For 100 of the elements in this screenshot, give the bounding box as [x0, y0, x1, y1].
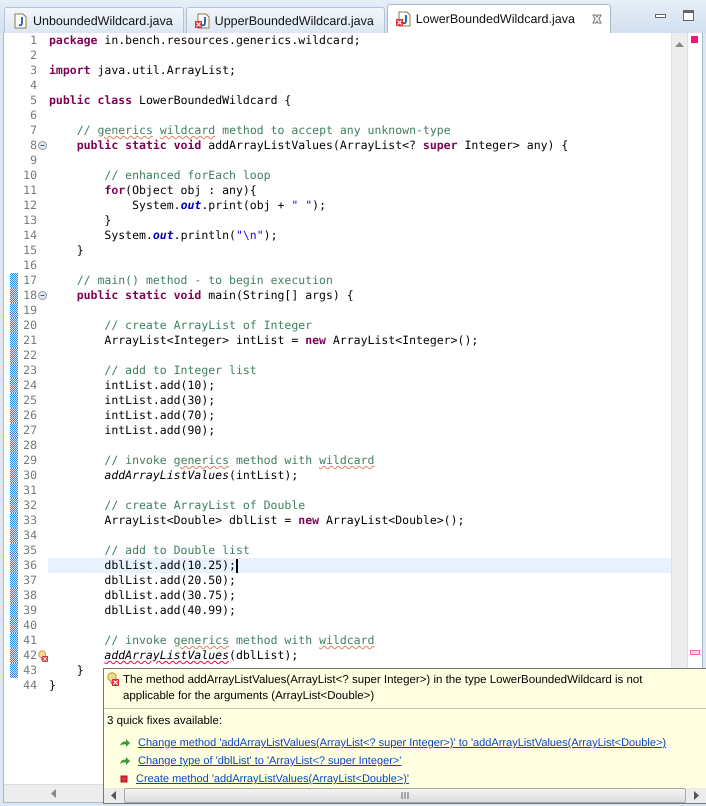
quick-fix-link[interactable]: Change type of 'dblList' to 'ArrayList<? super Integer>' — [138, 755, 402, 767]
quick-fixes-heading: 3 quick fixes available: — [107, 715, 224, 727]
line-number: 23 — [22, 363, 37, 378]
code-line: // create ArrayList of Double — [103, 498, 306, 513]
curved-arrow-icon — [119, 756, 131, 766]
grip-icon — [401, 792, 409, 799]
scroll-right-arrow-icon[interactable] — [694, 791, 700, 800]
line-number: 32 — [22, 498, 37, 513]
curved-arrow-icon — [119, 738, 131, 748]
line-number: 42 — [22, 648, 37, 663]
line-number: 7 — [29, 123, 37, 138]
line-number: 29 — [22, 453, 37, 468]
scroll-left-arrow-icon[interactable] — [110, 791, 116, 800]
line-number: 20 — [22, 318, 37, 333]
code-line: // add to Double list — [103, 543, 250, 558]
line-number: 18 — [22, 288, 37, 303]
line-number: 34 — [22, 528, 37, 543]
code-line: System.out.print(obj + " "); — [131, 198, 326, 213]
code-line: dblList.add(20.50); — [103, 573, 236, 588]
code-line: package in.bench.resources.generics.wildcard; — [49, 33, 361, 48]
minimize-icon[interactable] — [655, 14, 666, 18]
line-number: 22 — [22, 348, 37, 363]
line-number: 33 — [22, 513, 37, 528]
line-number: 26 — [22, 408, 37, 423]
line-number: 3 — [29, 63, 37, 78]
line-number: 15 — [22, 243, 37, 258]
line-number: 9 — [29, 153, 37, 168]
line-number: 6 — [29, 108, 37, 123]
code-line: public static void main(String[] args) { — [76, 288, 354, 303]
code-line: // enhanced forEach loop — [103, 168, 271, 183]
code-line: ArrayList<Integer> intList = new ArrayList<Integer>(); — [103, 333, 478, 348]
line-number: 10 — [22, 168, 37, 183]
code-line: } — [76, 243, 84, 258]
code-line: for(Object obj : any){ — [103, 183, 257, 198]
line-number: 44 — [22, 678, 37, 693]
scroll-up-arrow-icon[interactable] — [675, 41, 684, 47]
line-number: 5 — [29, 93, 37, 108]
editor-tab[interactable]: UnboundedWildcard.java — [4, 7, 184, 33]
error-annotation-marker[interactable] — [690, 650, 700, 655]
code-line: // invoke generics method with wildcard — [103, 633, 374, 648]
line-number: 30 — [22, 468, 37, 483]
line-number: 11 — [22, 183, 37, 198]
code-line: dblList.add(40.99); — [103, 603, 236, 618]
code-line: } — [49, 678, 56, 693]
line-number: 1 — [29, 33, 37, 48]
line-number: 13 — [22, 213, 37, 228]
code-line: import java.util.ArrayList; — [49, 63, 236, 78]
line-number: 39 — [22, 603, 37, 618]
code-line: // main() method - to begin execution — [76, 273, 333, 288]
code-line: intList.add(90); — [103, 423, 216, 438]
line-number: 14 — [22, 228, 37, 243]
code-line: public static void addArrayListValues(ArrayList<? super Integer> any) { — [76, 138, 568, 153]
code-line: // add to Integer list — [103, 363, 257, 378]
quick-fix-error-icon[interactable] — [38, 648, 48, 662]
line-number: 21 — [22, 333, 37, 348]
line-number: 38 — [22, 588, 37, 603]
quick-fix-link[interactable]: Change method 'addArrayListValues(ArrayList<? super Integer>)' to 'addArrayListValues(ArrayList<Double>) — [138, 737, 666, 749]
line-number: 41 — [22, 633, 37, 648]
close-icon[interactable] — [592, 14, 602, 24]
line-number: 19 — [22, 303, 37, 318]
collapse-icon[interactable] — [38, 291, 47, 300]
line-number: 35 — [22, 543, 37, 558]
line-number: 43 — [22, 663, 37, 678]
editor-tab[interactable]: LowerBoundedWildcard.java — [386, 4, 611, 33]
code-line: public class LowerBoundedWildcard { — [49, 93, 292, 108]
code-line: } — [103, 213, 112, 228]
code-line: intList.add(70); — [103, 408, 216, 423]
line-number: 12 — [22, 198, 37, 213]
line-number: 40 — [22, 618, 37, 633]
line-number: 36 — [22, 558, 37, 573]
code-line: // generics wildcard method to accept any unknown-type — [76, 123, 451, 138]
line-number: 17 — [22, 273, 37, 288]
error-message: The method addArrayListValues(ArrayList<? super Integer>) in the type LowerBoundedWildcard is not applicable for the arguments (ArrayList<Double>) — [123, 673, 644, 704]
code-line: // invoke generics method with wildcard — [103, 453, 374, 468]
code-line: } — [76, 663, 84, 678]
line-number: 4 — [29, 78, 37, 93]
error-icon — [107, 672, 119, 686]
collapse-icon[interactable] — [38, 141, 47, 150]
scroll-left-arrow-icon[interactable] — [50, 789, 56, 798]
maximize-icon[interactable] — [683, 10, 694, 21]
line-number: 28 — [22, 438, 37, 453]
quick-fix-link[interactable]: Create method 'addArrayListValues(ArrayList<Double>)' — [136, 773, 410, 785]
code-line: addArrayListValues(intList); — [103, 468, 298, 483]
code-line: // create ArrayList of Integer — [103, 318, 312, 333]
line-number: 25 — [22, 393, 37, 408]
code-line: intList.add(10); — [103, 378, 216, 393]
line-number: 37 — [22, 573, 37, 588]
editor-tab[interactable]: UpperBoundedWildcard.java — [186, 7, 385, 33]
code-line: addArrayListValues(dblList); — [103, 648, 298, 663]
line-number: 16 — [22, 258, 37, 273]
square-icon — [119, 774, 129, 784]
line-number: 8 — [29, 138, 37, 153]
text-cursor — [236, 558, 238, 572]
code-line: dblList.add(10.25); — [103, 558, 236, 573]
code-line: System.out.println("\n"); — [103, 228, 278, 243]
line-number: 27 — [22, 423, 37, 438]
code-line: ArrayList<Double> dblList = new ArrayList<Double>(); — [103, 513, 464, 528]
line-number: 31 — [22, 483, 37, 498]
line-number: 2 — [29, 48, 37, 63]
line-number: 24 — [22, 378, 37, 393]
